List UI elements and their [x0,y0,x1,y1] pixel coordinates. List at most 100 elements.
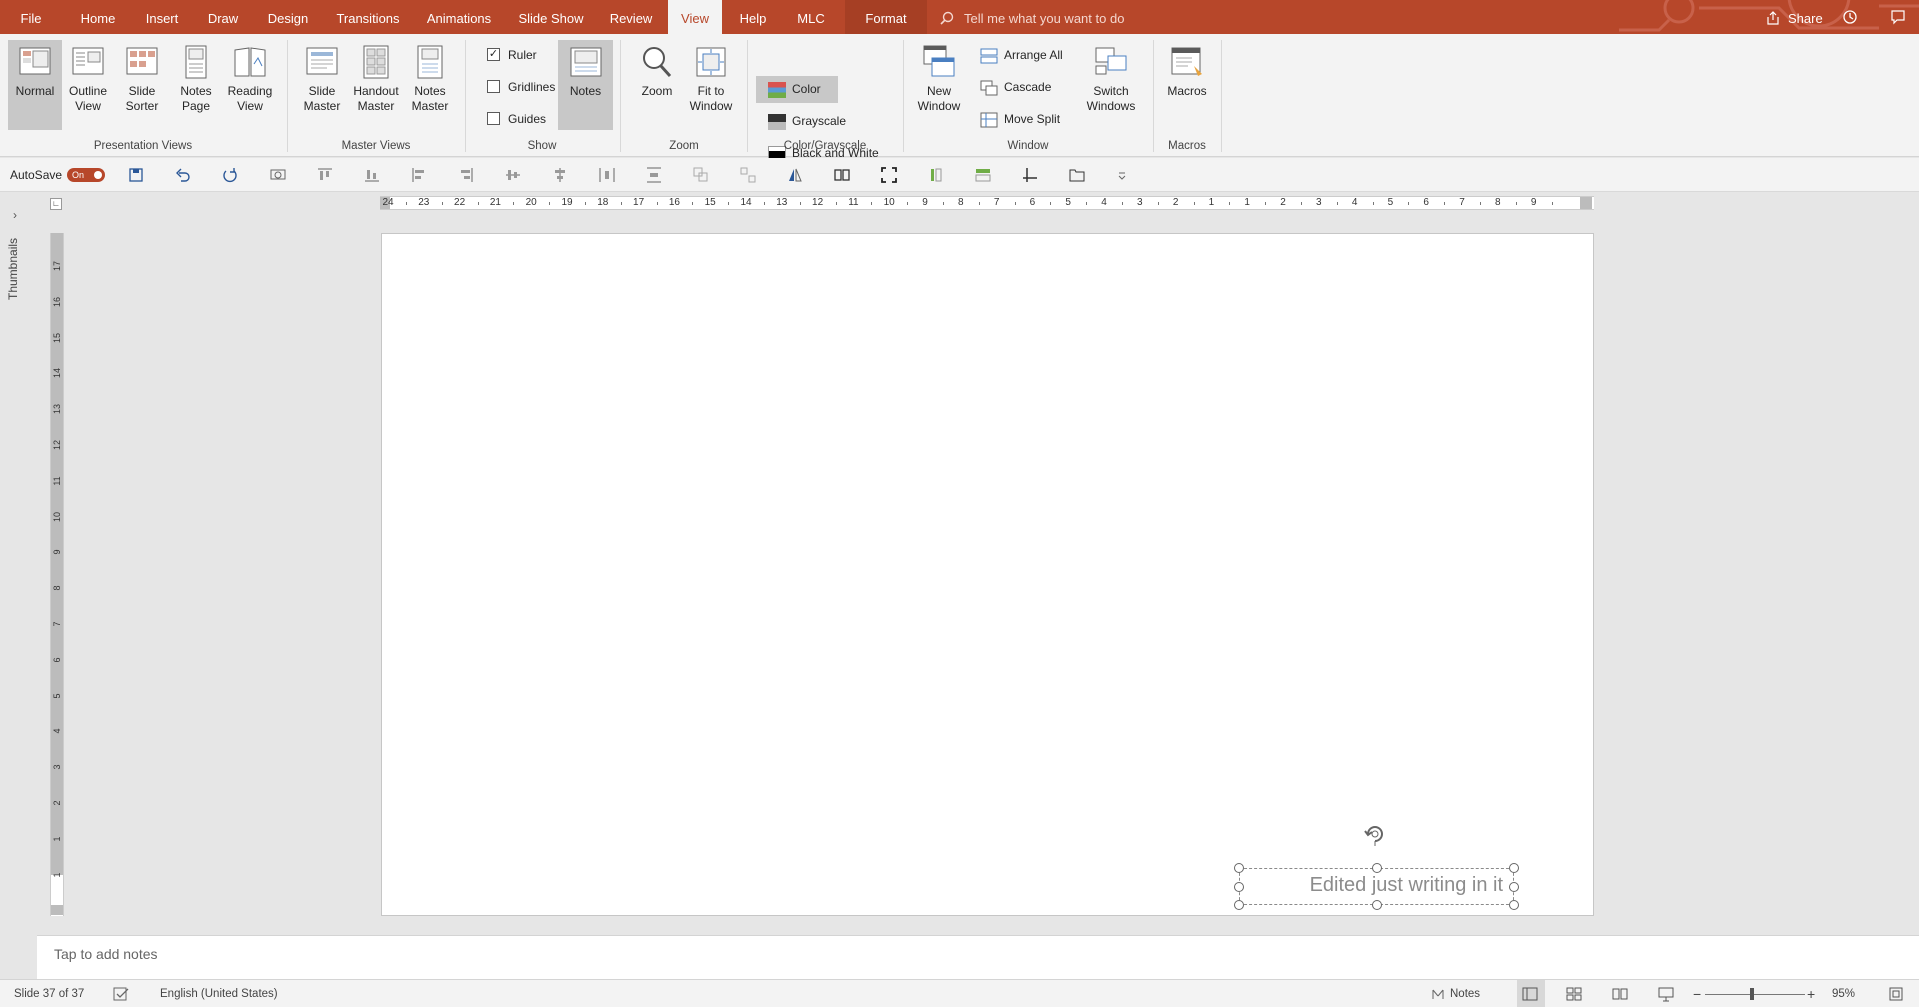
thumbnails-label[interactable]: Thumbnails [6,238,20,300]
spelling-check-icon[interactable] [113,986,129,1002]
group-icon[interactable] [693,167,709,183]
columns-icon[interactable] [834,167,850,183]
selected-textbox[interactable]: Edited just writing in it [1234,863,1519,910]
resize-handle[interactable] [1509,863,1519,873]
normal-view-button[interactable]: Normal [8,40,62,130]
tab-view[interactable]: View [668,0,722,34]
tab-insert[interactable]: Insert [136,0,188,34]
section-icon[interactable] [928,167,944,183]
tab-mlc[interactable]: MLC [786,0,836,34]
ruler-checkbox[interactable]: ✓ Ruler [487,44,537,66]
tell-me-search[interactable]: Tell me what you want to do [940,0,1124,34]
align-center-icon[interactable] [552,167,568,183]
grayscale-button[interactable]: Grayscale [768,108,846,134]
tab-file[interactable]: File [10,0,52,34]
history-icon[interactable] [1842,9,1858,25]
zoom-in-button[interactable]: + [1807,980,1815,1007]
align-left-icon[interactable] [411,167,427,183]
color-button[interactable]: Color [768,76,821,102]
outline-view-button[interactable]: Outline View [64,40,112,130]
language-indicator[interactable]: English (United States) [160,980,278,1007]
distribute-vertical-icon[interactable] [646,167,662,183]
align-bottom-icon[interactable] [364,167,380,183]
notes-page-button[interactable]: Notes Page [172,40,220,130]
slide-sorter-status-icon[interactable] [1566,986,1582,1002]
new-window-button[interactable]: New Window [912,40,966,130]
handout-master-button[interactable]: Handout Master [348,40,404,130]
share-button[interactable]: Share [1766,0,1823,34]
tab-format[interactable]: Format [845,0,927,34]
expand-thumbnails-icon[interactable]: › [13,208,17,222]
header-footer-icon[interactable] [975,167,991,183]
cascade-button[interactable]: Cascade [980,74,1051,100]
notes-pane[interactable]: Tap to add notes [37,935,1919,979]
move-split-button[interactable]: Move Split [980,106,1060,132]
flip-icon[interactable] [787,167,803,183]
zoom-slider-track[interactable] [1705,994,1805,995]
ruler-tick-label: 3 [1137,197,1143,208]
switch-windows-button[interactable]: Switch Windows [1080,40,1142,130]
tab-home[interactable]: Home [70,0,126,34]
zoom-out-button[interactable]: − [1693,980,1701,1007]
resize-handle[interactable] [1509,900,1519,910]
normal-view-status-icon[interactable] [1522,986,1538,1002]
tab-review[interactable]: Review [602,0,660,34]
autosave-toggle[interactable]: On [67,168,105,182]
undo-icon[interactable] [175,167,191,183]
redo-icon[interactable] [222,167,238,183]
guides-icon[interactable] [1022,167,1038,183]
align-right-icon[interactable] [458,167,474,183]
gridlines-checkbox[interactable]: Gridlines [487,76,555,98]
tab-selector[interactable]: ∟ [50,198,62,210]
ungroup-icon[interactable] [740,167,756,183]
save-icon[interactable] [128,167,144,183]
resize-handle[interactable] [1372,900,1382,910]
reading-view-status-icon[interactable] [1612,986,1628,1002]
notes-status-button[interactable]: Notes [1450,980,1480,1007]
arrange-all-button[interactable]: Arrange All [980,42,1063,68]
resize-handle[interactable] [1234,863,1244,873]
ruler-tick-label: 24 [382,197,394,208]
slideshow-status-icon[interactable] [1658,986,1674,1002]
switch-windows-icon [1095,47,1127,75]
resize-handle[interactable] [1234,882,1244,892]
cascade-icon [980,80,998,96]
ruler-margin [1580,197,1592,209]
fit-to-window-button[interactable]: Fit to Window [686,40,736,130]
guides-checkbox[interactable]: Guides [487,108,546,130]
notes-master-button[interactable]: Notes Master [402,40,458,130]
customize-qat-icon[interactable] [1116,169,1128,181]
resize-handle[interactable] [1372,863,1382,873]
slide-canvas[interactable]: Edited just writing in it [381,233,1594,916]
tab-design[interactable]: Design [258,0,318,34]
distribute-horizontal-icon[interactable] [599,167,615,183]
fullscreen-icon[interactable] [881,167,897,183]
rotate-handle-icon[interactable] [1363,822,1387,846]
zoom-button[interactable]: Zoom [632,40,682,130]
tab-help[interactable]: Help [730,0,776,34]
tab-animations[interactable]: Animations [418,0,500,34]
align-top-icon[interactable] [317,167,333,183]
zoom-slider-thumb[interactable] [1750,988,1754,1000]
start-from-beginning-icon[interactable] [270,167,286,183]
notes-toggle-button[interactable]: Notes [558,40,613,130]
reading-view-button[interactable]: Reading View [224,40,276,130]
resize-handle[interactable] [1509,882,1519,892]
comments-icon[interactable] [1890,9,1906,25]
fit-slide-icon[interactable] [1888,986,1904,1002]
notes-page-label: Notes Page [180,84,212,113]
resize-handle[interactable] [1234,900,1244,910]
ruler-tick [835,202,837,205]
textbox-text[interactable]: Edited just writing in it [1310,874,1503,897]
macros-button[interactable]: Macros [1162,40,1212,130]
notes-placeholder[interactable]: Tap to add notes [54,946,158,962]
zoom-level[interactable]: 95% [1832,980,1855,1007]
tab-draw[interactable]: Draw [200,0,246,34]
fit-to-window-icon [696,47,726,77]
slide-master-button[interactable]: Slide Master [294,40,350,130]
open-folder-icon[interactable] [1069,167,1085,183]
slide-sorter-button[interactable]: Slide Sorter [116,40,168,130]
tab-transitions[interactable]: Transitions [330,0,406,34]
tab-slide-show[interactable]: Slide Show [512,0,590,34]
align-middle-icon[interactable] [505,167,521,183]
